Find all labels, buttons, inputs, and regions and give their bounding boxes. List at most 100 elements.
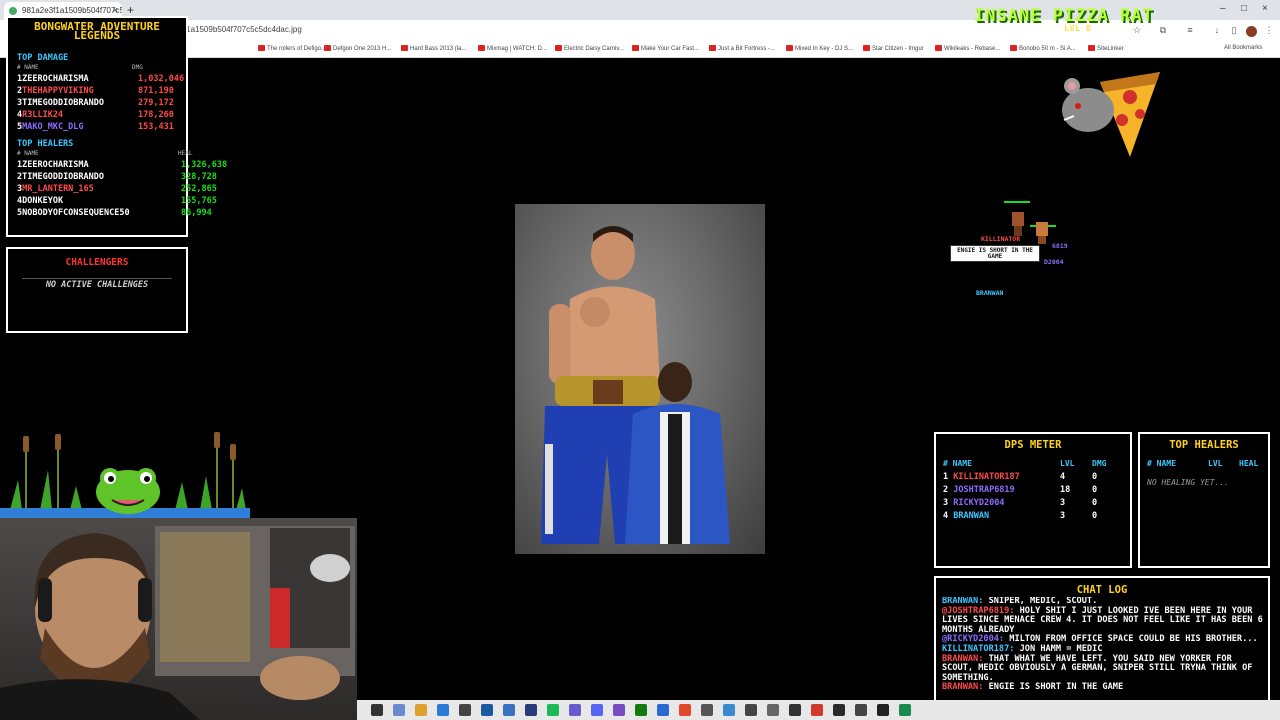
bookmark-favicon-icon bbox=[1088, 45, 1095, 51]
profile-avatar[interactable] bbox=[1246, 26, 1257, 37]
taskbar-app-icon[interactable] bbox=[459, 704, 471, 716]
bookmark-favicon-icon bbox=[632, 45, 639, 51]
chat-log-panel: CHAT LOG BRANWAN: SNIPER, MEDIC, SCOUT. … bbox=[934, 576, 1270, 702]
taskbar-app-icon[interactable] bbox=[855, 704, 867, 716]
bookmark-item[interactable]: Hard Bass 2013 (la... bbox=[401, 45, 466, 52]
bookmarks-bar: The rollers of Defigo... Defgon One 2013… bbox=[0, 42, 1280, 58]
taskbar-obs-icon[interactable] bbox=[811, 704, 823, 716]
taskbar-app-icon[interactable] bbox=[569, 704, 581, 716]
kebab-menu-icon[interactable]: ⋮ bbox=[1264, 25, 1274, 35]
taskbar-app-icon[interactable] bbox=[525, 704, 537, 716]
taskbar-app-icon[interactable] bbox=[393, 704, 405, 716]
bookmark-item[interactable]: The rollers of Defigo... bbox=[258, 45, 326, 52]
taskbar-app-icon[interactable] bbox=[481, 704, 493, 716]
boss-name: INSANE PIZZA RAT bbox=[974, 6, 1154, 26]
star-icon[interactable]: ☆ bbox=[1132, 25, 1142, 35]
taskbar bbox=[357, 700, 1280, 720]
heal-col-name: # NAME bbox=[17, 150, 39, 157]
pizza-rat-boss bbox=[1062, 72, 1160, 157]
healers-col-heal: HEAL bbox=[1239, 459, 1259, 468]
bookmark-favicon-icon bbox=[1010, 45, 1017, 51]
menu-icon[interactable]: ≡ bbox=[1185, 25, 1195, 35]
challengers-divider bbox=[22, 278, 172, 279]
bookmark-item[interactable]: Electric Daisy Carniv... bbox=[555, 45, 624, 52]
bookmark-item[interactable]: SiteLinker bbox=[1088, 45, 1124, 52]
player-label: BRANWAN bbox=[976, 289, 1004, 297]
bookmark-item[interactable]: Bonobo 50 m - Si A... bbox=[1010, 45, 1076, 52]
maximize-icon[interactable]: □ bbox=[1241, 3, 1247, 14]
healers-col-name: # NAME bbox=[1147, 459, 1176, 468]
leaderboard-panel: BONGWATER ADVENTURE LEGENDS TOP DAMAGE #… bbox=[6, 16, 227, 237]
all-bookmarks[interactable]: All Bookmarks bbox=[1224, 45, 1262, 51]
top-healers-panel: TOP HEALERS # NAME LVL HEAL NO HEALING Y… bbox=[1138, 432, 1270, 568]
taskbar-mail-icon[interactable] bbox=[503, 704, 515, 716]
heal-row: 1ZEEROCHARISMA 1,326,638 bbox=[17, 160, 228, 170]
bookmark-item[interactable]: Star Citizen - Imgur bbox=[863, 45, 924, 52]
taskbar-discord-icon[interactable] bbox=[591, 704, 603, 716]
bookmark-favicon-icon bbox=[401, 45, 408, 51]
url-text[interactable]: e3f1a1509b504f707c5c5dc4dac.jpg bbox=[175, 25, 302, 34]
taskbar-app-icon[interactable] bbox=[613, 704, 625, 716]
damage-row: 4R3LLIK24 178,260 bbox=[17, 110, 174, 120]
dps-row: 2 JOSHTRAP6819 bbox=[943, 485, 1015, 495]
tab-close-icon[interactable]: × bbox=[113, 5, 118, 15]
bookmark-item[interactable]: Wikileaks - Rebase... bbox=[935, 45, 1000, 52]
damage-col-name: # NAME bbox=[17, 64, 39, 71]
dps-col-name: # NAME bbox=[943, 459, 972, 468]
bookmark-item[interactable]: Mixmag | WATCH: D... bbox=[478, 45, 547, 52]
player-label: 6819 bbox=[1052, 242, 1068, 250]
taskbar-start-icon[interactable] bbox=[371, 704, 383, 716]
taskbar-app-icon[interactable] bbox=[657, 704, 669, 716]
taskbar-chrome-icon[interactable] bbox=[679, 704, 691, 716]
taskbar-app-icon[interactable] bbox=[767, 704, 779, 716]
dps-col-dmg: DMG bbox=[1092, 459, 1107, 468]
window-close-icon[interactable]: × bbox=[1262, 3, 1268, 14]
chat-message: @JOSHTRAP6819: HOLY SHIT I JUST LOOKED I… bbox=[942, 605, 1263, 635]
minimize-icon[interactable]: – bbox=[1220, 3, 1226, 14]
taskbar-app-icon[interactable] bbox=[701, 704, 713, 716]
heal-row: 4DONKEYOK 155,765 bbox=[17, 196, 217, 206]
taskbar-xbox-icon[interactable] bbox=[635, 704, 647, 716]
webcam-figures bbox=[0, 526, 355, 720]
taskbar-app-icon[interactable] bbox=[789, 704, 801, 716]
top-damage-heading: TOP DAMAGE bbox=[17, 53, 69, 63]
challengers-title: CHALLENGERS bbox=[65, 257, 129, 268]
frog-character bbox=[96, 468, 160, 514]
dps-row: 1 KILLINATOR187 bbox=[943, 472, 1020, 482]
photo-figures bbox=[541, 226, 730, 544]
taskbar-app-icon[interactable] bbox=[723, 704, 735, 716]
taskbar-app-icon[interactable] bbox=[877, 704, 889, 716]
boss-level: LVL 8 bbox=[1064, 24, 1092, 34]
tab-favicon-icon bbox=[9, 7, 17, 15]
damage-row: 5MAKO_MKC_DLG 153,431 bbox=[17, 122, 174, 132]
chat-speech-bubble: ENGIE IS SHORT IN THE GAME bbox=[950, 245, 1040, 262]
taskbar-app-icon[interactable] bbox=[745, 704, 757, 716]
download-icon[interactable]: ↓ bbox=[1212, 25, 1222, 35]
new-tab-icon[interactable]: + bbox=[127, 3, 134, 17]
chat-message: BRANWAN: THAT WHAT WE HAVE LEFT. YOU SAI… bbox=[942, 653, 1253, 683]
taskbar-app-icon[interactable] bbox=[833, 704, 845, 716]
bookmark-item[interactable]: Mixed In Key - DJ S... bbox=[786, 45, 853, 52]
taskbar-spotify-icon[interactable] bbox=[547, 704, 559, 716]
no-healing-text: NO HEALING YET... bbox=[1147, 478, 1229, 487]
bookmark-favicon-icon bbox=[709, 45, 716, 51]
sidepanel-icon[interactable]: ▯ bbox=[1229, 25, 1239, 35]
dps-title: DPS METER bbox=[1004, 439, 1062, 451]
bookmark-item[interactable]: Defgon One 2013 H... bbox=[324, 45, 391, 52]
chat-title: CHAT LOG bbox=[1076, 584, 1128, 596]
player-label: KILLINATOR bbox=[981, 235, 1021, 243]
damage-row: 3TIMEGODDIOBRANDO 279,172 bbox=[17, 98, 174, 108]
dps-row: 3 RICKYD2004 bbox=[943, 498, 1005, 508]
bookmark-item[interactable]: Make Your Car Fast... bbox=[632, 45, 699, 52]
taskbar-app-icon[interactable] bbox=[899, 704, 911, 716]
webcam-feed bbox=[0, 518, 357, 720]
dps-row-dmg: 0 bbox=[1092, 472, 1098, 482]
taskbar-browser-icon[interactable] bbox=[437, 704, 449, 716]
bookmark-item[interactable]: Just a Bit Fortress -... bbox=[709, 45, 775, 52]
leaderboard-title: BONGWATER ADVENTURE LEGENDS bbox=[34, 20, 160, 42]
heal-col-value: HEAL bbox=[178, 150, 193, 157]
dps-row-lvl: 3 bbox=[1060, 511, 1066, 521]
challengers-panel: CHALLENGERS NO ACTIVE CHALLENGES bbox=[6, 247, 188, 333]
taskbar-folder-icon[interactable] bbox=[415, 704, 427, 716]
extensions-icon[interactable]: ⧉ bbox=[1158, 25, 1168, 35]
